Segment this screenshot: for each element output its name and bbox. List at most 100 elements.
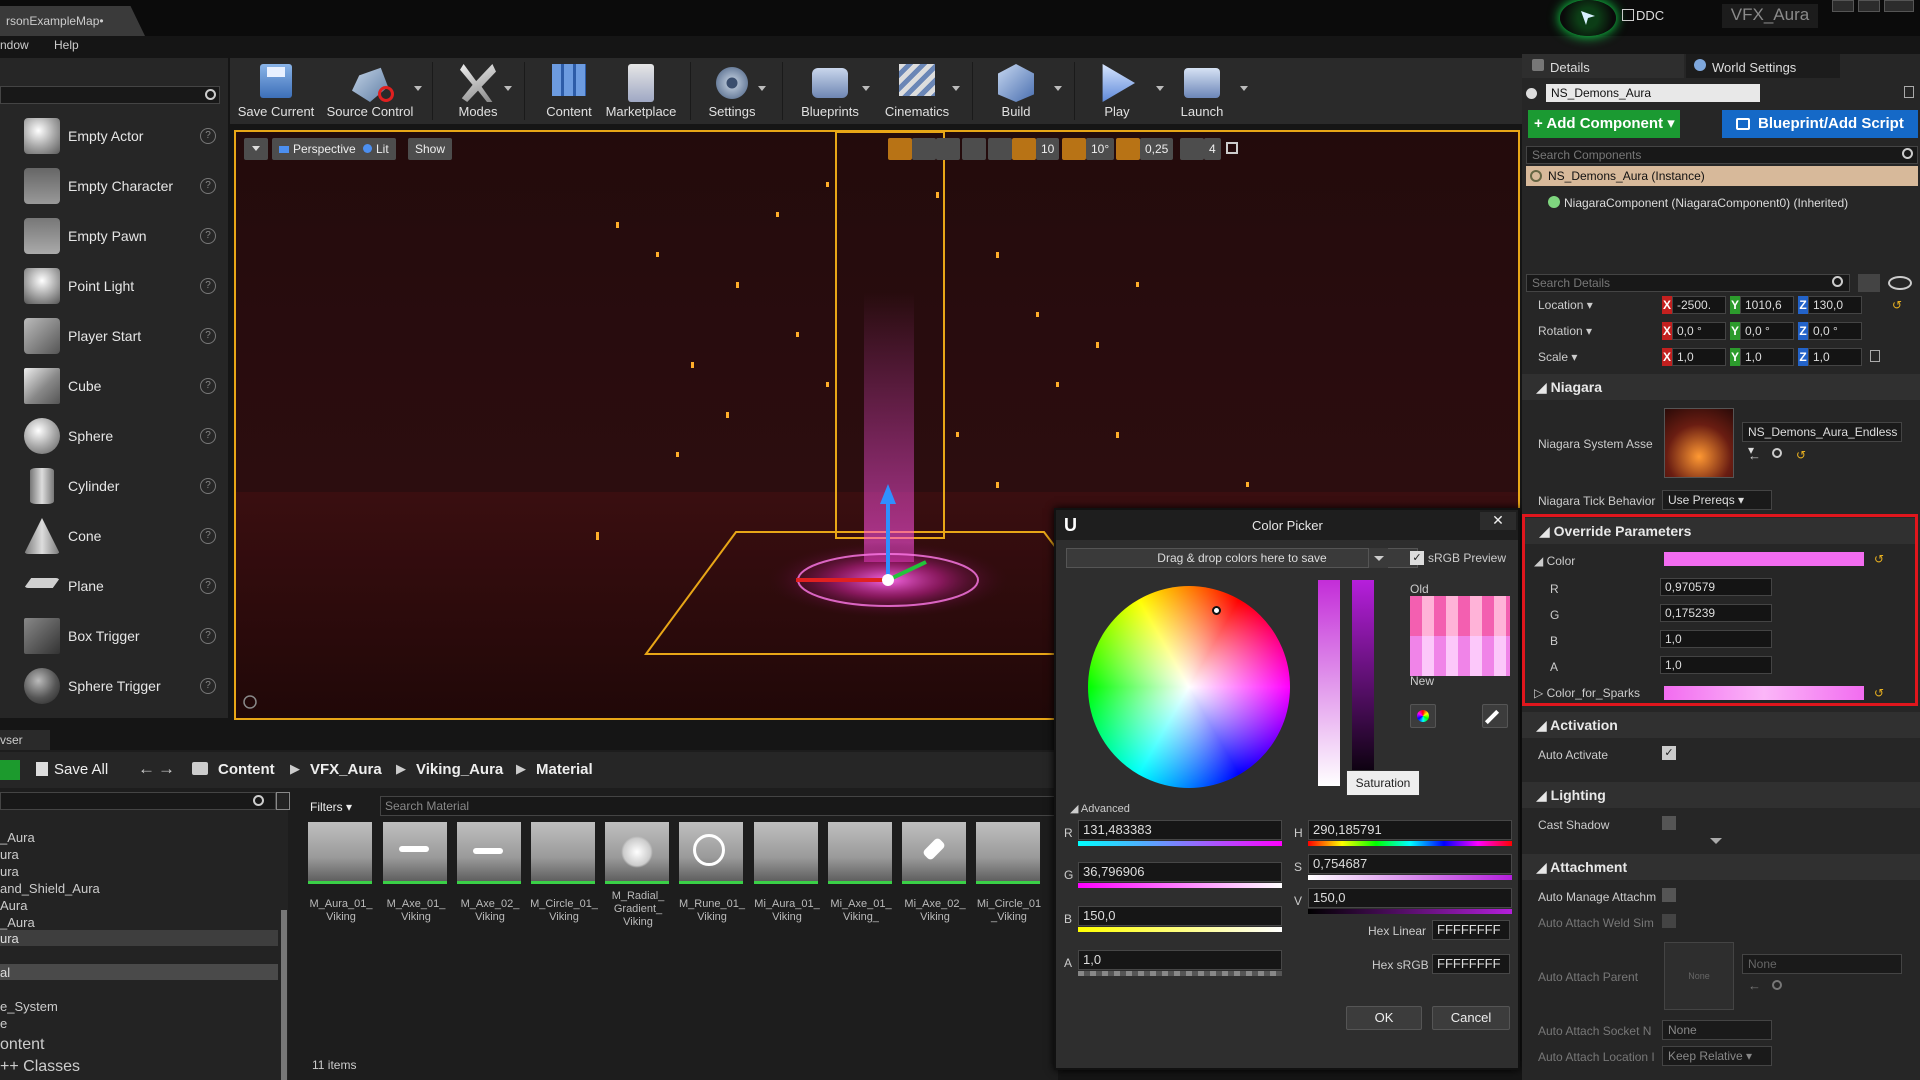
add-new-button[interactable]	[0, 760, 20, 780]
use-selected-arrow-icon[interactable]: ←	[1748, 978, 1761, 993]
grid-snap-value[interactable]: 10	[1036, 138, 1060, 160]
auto-attach-weld-checkbox[interactable]	[1662, 914, 1676, 928]
content-button[interactable]: Content	[530, 60, 608, 122]
back-arrow-icon[interactable]: ←	[138, 759, 155, 779]
show-button[interactable]: Show	[408, 138, 453, 160]
menu-help[interactable]: Help	[54, 38, 79, 52]
scale-tool-icon[interactable]	[936, 138, 960, 160]
tree-item[interactable]: e_System	[0, 999, 58, 1014]
save-current-button[interactable]: Save Current	[236, 60, 316, 122]
help-icon[interactable]: ?	[200, 178, 216, 194]
translate-tool-icon[interactable]	[888, 138, 912, 160]
cancel-button[interactable]: Cancel	[1432, 1006, 1510, 1030]
niagara-component-row[interactable]: NiagaraComponent (NiagaraComponent0) (In…	[1564, 196, 1848, 210]
blueprints-dropdown-arrow[interactable]	[862, 86, 870, 91]
color-wheel[interactable]	[1088, 586, 1290, 788]
camera-speed-icon[interactable]	[1180, 138, 1204, 160]
niagara-system-dropdown[interactable]: NS_Demons_Aura_Endless ▾	[1742, 422, 1902, 457]
help-icon[interactable]: ?	[200, 678, 216, 694]
override-parameters-header[interactable]: ◢ Override Parameters	[1525, 518, 1915, 544]
minimize-button[interactable]	[1832, 0, 1854, 12]
add-component-button[interactable]: + Add Component ▾	[1528, 110, 1680, 138]
ok-button[interactable]: OK	[1346, 1006, 1422, 1030]
saved-colors-strip[interactable]: Drag & drop colors here to save	[1066, 548, 1418, 568]
auto-manage-attachment-checkbox[interactable]	[1662, 888, 1676, 902]
menu-window[interactable]: ndow	[0, 38, 29, 52]
niagara-tick-dropdown[interactable]: Use Prereqs ▾	[1662, 490, 1772, 510]
search-details-input[interactable]: Search Details	[1526, 274, 1850, 292]
lighting-section-header[interactable]: ◢ Lighting	[1522, 782, 1920, 808]
tree-item-selected[interactable]: ura	[0, 930, 278, 946]
save-all-button[interactable]: Save All	[54, 761, 108, 778]
location-label[interactable]: Location ▾	[1538, 298, 1593, 312]
lit-button[interactable]: Lit	[356, 138, 396, 160]
scale-y-input[interactable]: 1,0	[1740, 348, 1794, 366]
hex-linear-input[interactable]: FFFFFFFF	[1432, 920, 1510, 940]
place-item-empty-character[interactable]: Empty Character?	[0, 162, 228, 212]
rotation-y-input[interactable]: 0,0 °	[1740, 322, 1794, 340]
blueprint-add-script-button[interactable]: Blueprint/Add Script	[1722, 110, 1918, 138]
expand-advanced-icon[interactable]	[1710, 838, 1722, 844]
use-selected-arrow-icon[interactable]: ←	[1748, 448, 1761, 463]
tree-scrollbar[interactable]	[281, 910, 287, 1080]
reset-arrow-icon[interactable]: ↺	[1874, 686, 1884, 700]
build-dropdown-arrow[interactable]	[1054, 86, 1062, 91]
location-z-input[interactable]: 130,0	[1808, 296, 1862, 314]
surface-snap-icon[interactable]	[988, 138, 1012, 160]
help-icon[interactable]: ?	[200, 528, 216, 544]
asset-search-input[interactable]: Search Material	[380, 796, 1058, 816]
g-gradient-bar[interactable]	[1078, 883, 1282, 888]
folder-search-input[interactable]	[0, 792, 276, 810]
place-item-plane[interactable]: Plane?	[0, 562, 228, 612]
view-options-icon[interactable]	[276, 792, 290, 810]
rotation-label[interactable]: Rotation ▾	[1538, 324, 1592, 338]
tree-item[interactable]: _Aura	[0, 830, 35, 845]
settings-dropdown-arrow[interactable]	[758, 86, 766, 91]
location-y-input[interactable]: 1010,6	[1740, 296, 1794, 314]
cinematics-button[interactable]: Cinematics	[876, 60, 958, 122]
tree-item[interactable]: _Aura	[0, 915, 35, 930]
reset-arrow-icon[interactable]: ↺	[1874, 552, 1884, 566]
scale-snap-value[interactable]: 0,25	[1140, 138, 1174, 160]
reset-arrow-icon[interactable]: ↺	[1892, 298, 1902, 312]
breadcrumb-vfx-aura[interactable]: VFX_Aura	[310, 761, 382, 778]
perspective-button[interactable]: Perspective	[272, 138, 363, 160]
play-dropdown-arrow[interactable]	[1156, 86, 1164, 91]
launch-button[interactable]: Launch	[1166, 60, 1238, 122]
tree-item[interactable]: ura	[0, 847, 19, 862]
saturation-slider[interactable]	[1318, 580, 1340, 786]
color-wheel-selector[interactable]	[1212, 606, 1221, 615]
color-picker-titlebar[interactable]: U Color Picker ✕	[1056, 510, 1518, 540]
color-param-swatch[interactable]	[1664, 552, 1864, 566]
help-icon[interactable]: ?	[200, 278, 216, 294]
help-icon[interactable]: ?	[200, 328, 216, 344]
color-b-input[interactable]: 1,0	[1660, 630, 1772, 648]
tree-item-highlighted[interactable]: al	[0, 964, 278, 980]
help-icon[interactable]: ?	[200, 628, 216, 644]
a-gradient-bar[interactable]	[1078, 971, 1282, 976]
place-item-sphere[interactable]: Sphere?	[0, 412, 228, 462]
tree-item[interactable]: and_Shield_Aura	[0, 881, 100, 896]
b-input[interactable]: 150,0	[1078, 906, 1282, 926]
scale-label[interactable]: Scale ▾	[1538, 350, 1577, 364]
breadcrumb-content[interactable]: Content	[218, 761, 275, 778]
color-g-input[interactable]: 0,175239	[1660, 604, 1772, 622]
marketplace-button[interactable]: Marketplace	[604, 60, 678, 122]
help-icon[interactable]: ?	[200, 428, 216, 444]
hex-srgb-input[interactable]: FFFFFFFF	[1432, 954, 1510, 974]
source-control-dropdown-arrow[interactable]	[414, 86, 422, 91]
viewport-options-button[interactable]	[244, 138, 268, 160]
cast-shadow-checkbox[interactable]	[1662, 816, 1676, 830]
settings-button[interactable]: Settings	[696, 60, 768, 122]
color-param-label[interactable]: ◢ Color	[1534, 554, 1575, 568]
component-instance-row[interactable]: NS_Demons_Aura (Instance)	[1526, 166, 1918, 186]
attachment-section-header[interactable]: ◢ Attachment	[1522, 854, 1920, 880]
a-input[interactable]: 1,0	[1078, 950, 1282, 970]
value-slider[interactable]	[1352, 580, 1374, 786]
auto-attach-parent-dropdown[interactable]: None	[1742, 954, 1902, 974]
launch-dropdown-arrow[interactable]	[1240, 86, 1248, 91]
location-x-input[interactable]: -2500.	[1672, 296, 1726, 314]
b-gradient-bar[interactable]	[1078, 927, 1282, 932]
color-theme-button[interactable]	[1410, 704, 1436, 728]
tree-item[interactable]: ontent	[0, 1036, 44, 1054]
